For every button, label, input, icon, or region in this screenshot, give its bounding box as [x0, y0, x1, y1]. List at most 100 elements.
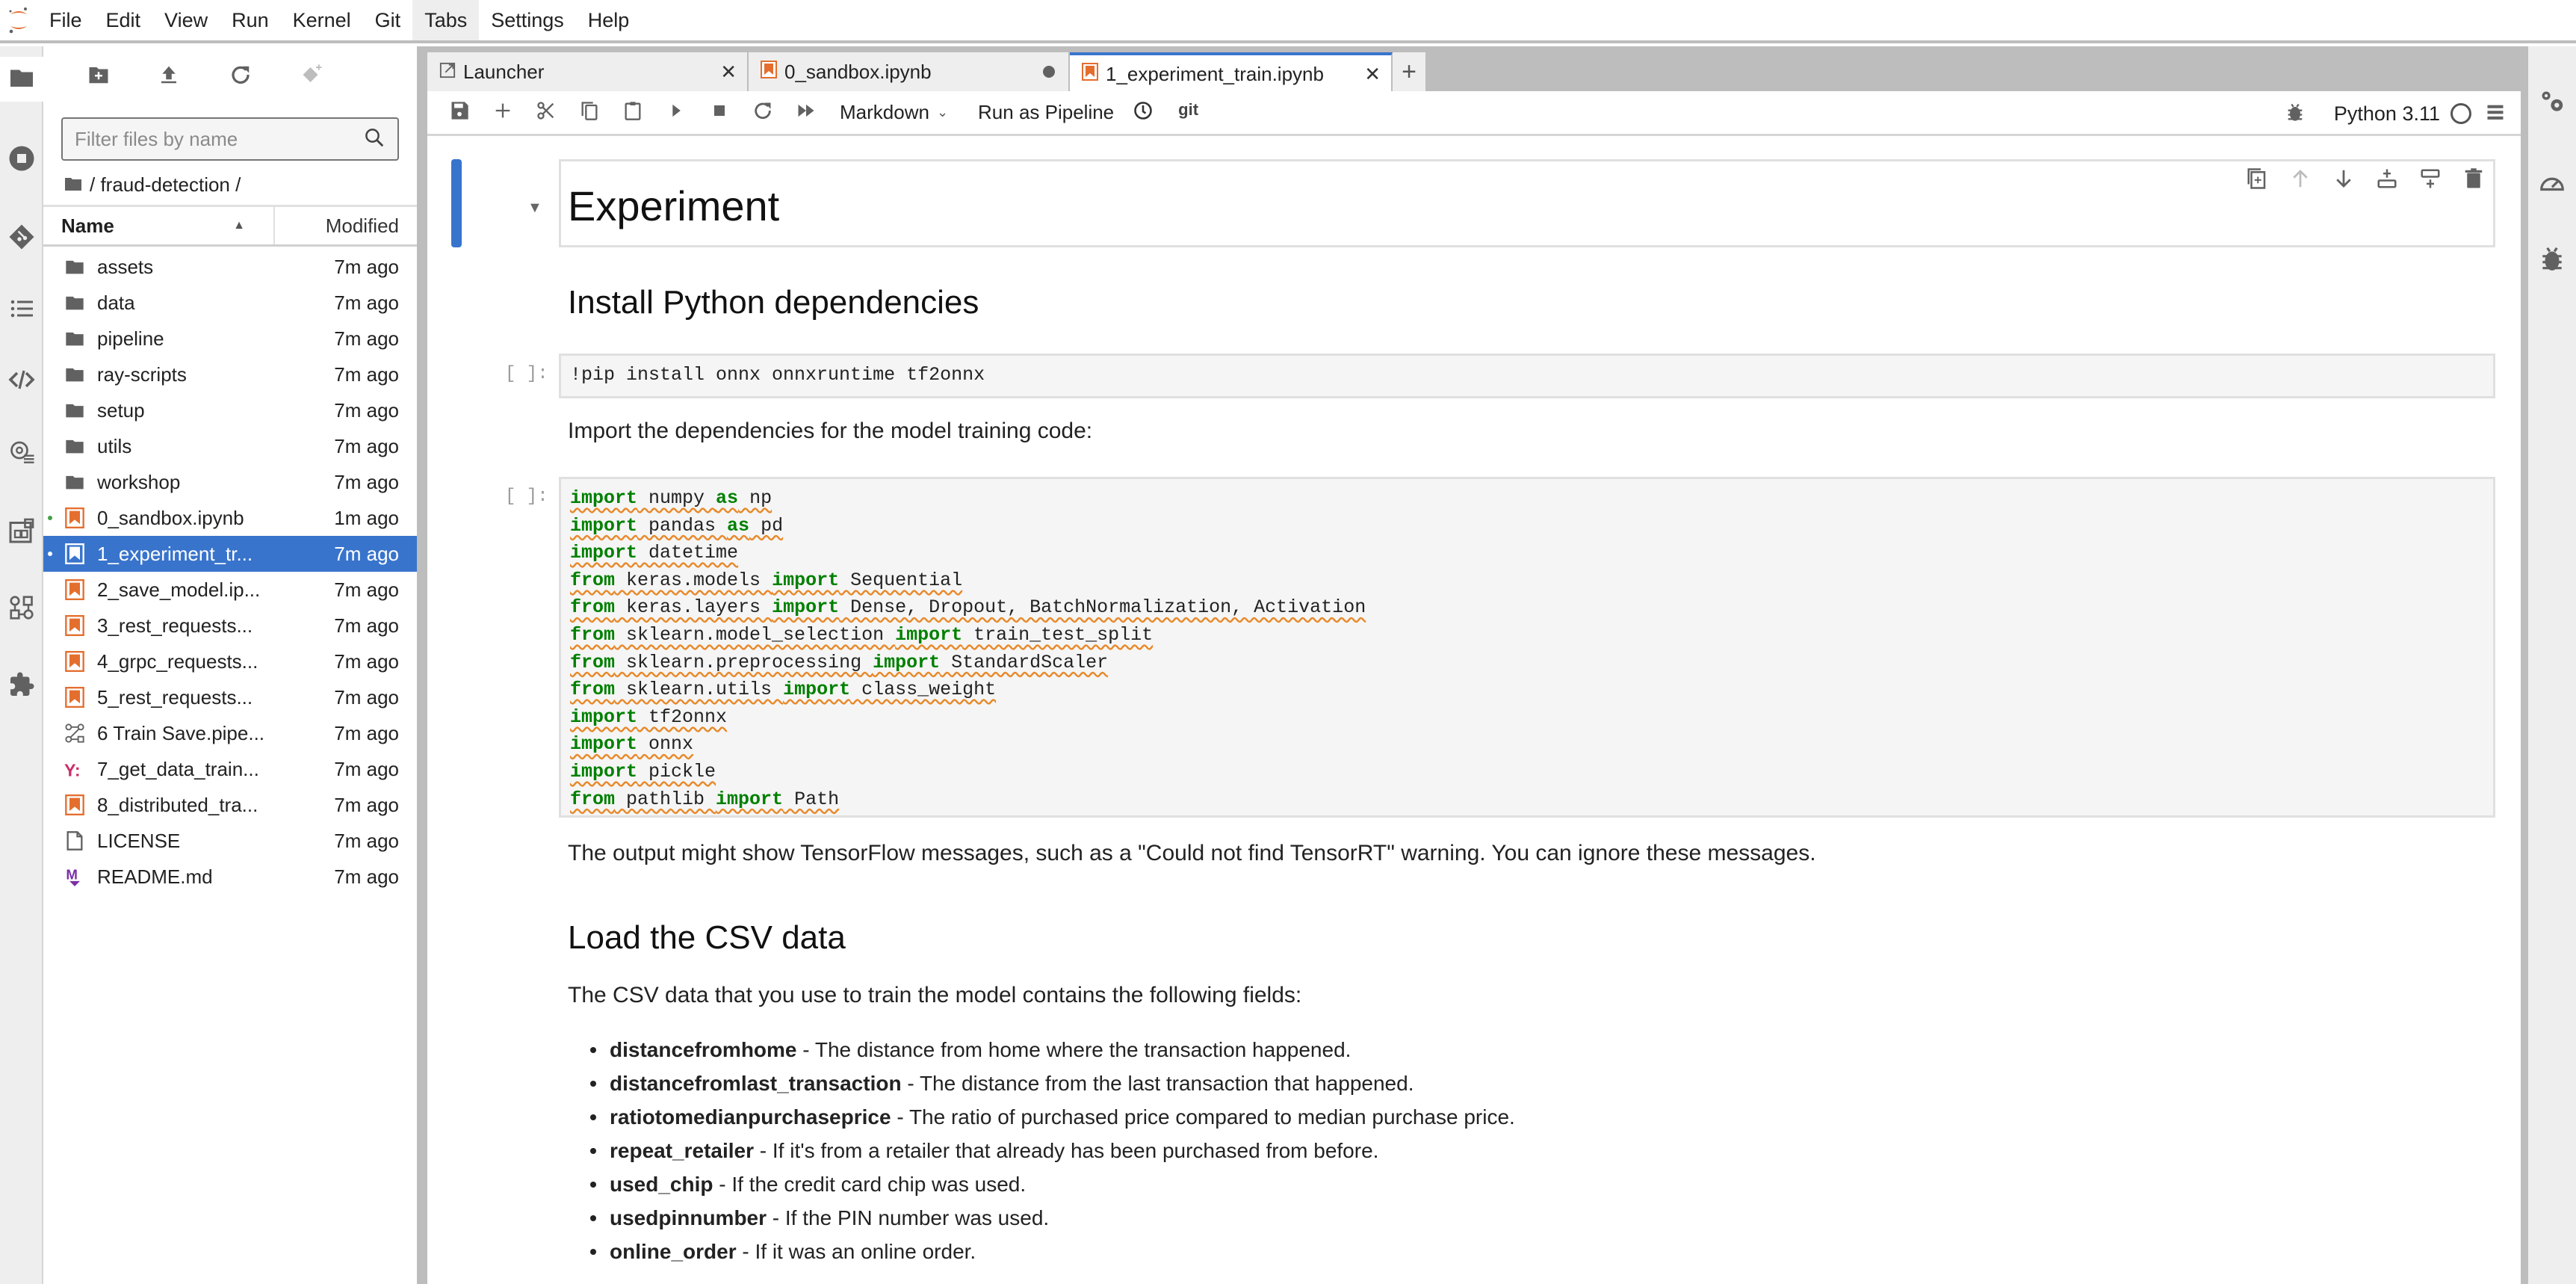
copy-button[interactable] — [568, 94, 611, 132]
menu-view[interactable]: View — [152, 0, 220, 40]
field-name: online_order — [610, 1240, 737, 1263]
menu-help[interactable]: Help — [576, 0, 642, 40]
pipeline-components-tab[interactable] — [0, 587, 43, 632]
right-splitter — [2521, 46, 2528, 1284]
breadcrumb-path[interactable]: / fraud-detection / — [90, 173, 241, 197]
tab-launcher[interactable]: Launcher ✕ — [427, 52, 749, 91]
notebook-icon — [64, 543, 85, 564]
field-name: ratiotomedianpurchaseprice — [610, 1105, 891, 1129]
menu-run[interactable]: Run — [220, 0, 281, 40]
resource-usage-tab[interactable] — [2528, 161, 2576, 206]
code-cell-pip[interactable]: !pip install onnx onnxruntime tf2onnx — [559, 354, 2495, 398]
unsaved-indicator-icon[interactable] — [1043, 66, 1055, 78]
file-row-3-rest-requests[interactable]: 3_rest_requests... 7m ago — [43, 608, 417, 643]
filter-files-input[interactable] — [75, 127, 363, 151]
import-description: Import the dependencies for the model tr… — [568, 419, 1093, 443]
extension-manager-tab[interactable] — [0, 664, 43, 709]
file-row-utils[interactable]: utils 7m ago — [43, 428, 417, 464]
menu-file[interactable]: File — [37, 0, 94, 40]
save-button[interactable] — [438, 94, 481, 132]
duplicate-cell-button[interactable] — [2235, 162, 2279, 198]
file-row-assets[interactable]: assets 7m ago — [43, 249, 417, 285]
file-row-1-experiment-tr[interactable]: 1_experiment_tr... 7m ago — [43, 536, 417, 572]
palette-tab[interactable] — [0, 510, 43, 555]
git-clone-button[interactable] — [297, 61, 327, 91]
insert-cell-above-button[interactable] — [2365, 162, 2409, 198]
file-row-workshop[interactable]: workshop 7m ago — [43, 464, 417, 500]
file-list: assets 7m ago data 7m ago pipeline 7m ago ray-… — [43, 249, 417, 895]
home-folder-icon[interactable] — [64, 173, 90, 197]
file-row-data[interactable]: data 7m ago — [43, 285, 417, 321]
new-folder-button[interactable] — [84, 61, 114, 91]
file-row-license[interactable]: LICENSE 7m ago — [43, 823, 417, 859]
refresh-button[interactable] — [226, 61, 256, 91]
run-as-pipeline-button[interactable]: Run as Pipeline — [978, 101, 1114, 124]
code-cell-imports[interactable]: import numpy as np import pandas as pd imp… — [559, 477, 2495, 818]
git-button[interactable]: git — [1178, 100, 1198, 120]
code-line: import numpy as np — [570, 487, 773, 509]
debugger-tab[interactable] — [2528, 238, 2576, 283]
paste-button[interactable] — [611, 94, 654, 132]
cut-button[interactable] — [524, 94, 568, 132]
file-modified: 7m ago — [334, 685, 399, 709]
file-modified: 7m ago — [334, 291, 399, 314]
file-row-4-grpc-requests[interactable]: 4_grpc_requests... 7m ago — [43, 643, 417, 679]
file-browser-tab[interactable] — [0, 57, 43, 102]
menu-edit[interactable]: Edit — [94, 0, 153, 40]
property-inspector-tab[interactable] — [0, 430, 43, 475]
collapse-heading-icon[interactable]: ▼ — [527, 200, 542, 217]
menu-icon[interactable] — [2485, 102, 2506, 126]
menu-kernel[interactable]: Kernel — [281, 0, 363, 40]
cell-type-dropdown[interactable]: Markdown ⌄ — [840, 101, 948, 124]
run-cell-button[interactable] — [654, 94, 698, 132]
new-tab-button[interactable]: + — [1393, 52, 1425, 91]
file-row-2-save-model-ip[interactable]: 2_save_model.ip... 7m ago — [43, 572, 417, 608]
modified-column-header[interactable]: Modified — [275, 214, 417, 238]
tab-sandbox[interactable]: 0_sandbox.ipynb — [749, 52, 1070, 91]
field-description: - If it's from a retailer that already h… — [754, 1139, 1379, 1162]
field-name: distancefromlast_transaction — [610, 1072, 902, 1095]
running-sessions-tab[interactable] — [0, 138, 43, 182]
move-cell-up-button[interactable] — [2279, 162, 2322, 198]
panel-splitter[interactable] — [417, 46, 427, 1284]
active-cell-indicator[interactable] — [451, 159, 462, 247]
file-row-5-rest-requests[interactable]: 5_rest_requests... 7m ago — [43, 679, 417, 715]
close-tab-icon[interactable]: ✕ — [1364, 63, 1381, 86]
debugger-icon[interactable] — [2285, 102, 2306, 126]
kernel-name[interactable]: Python 3.11 — [2334, 102, 2440, 126]
file-row-setup[interactable]: setup 7m ago — [43, 392, 417, 428]
file-row-readme-md[interactable]: M README.md 7m ago — [43, 859, 417, 895]
file-browser: / fraud-detection / Name ▲ Modified asse… — [43, 46, 417, 1284]
file-row-pipeline[interactable]: pipeline 7m ago — [43, 321, 417, 357]
clock-button[interactable] — [1121, 94, 1165, 132]
git-tab[interactable] — [0, 216, 43, 261]
property-inspector-tab[interactable] — [2528, 81, 2576, 126]
restart-run-all-button[interactable] — [784, 94, 828, 132]
close-tab-icon[interactable]: ✕ — [720, 61, 737, 84]
tab-experiment-train[interactable]: 1_experiment_train.ipynb ✕ — [1070, 52, 1393, 93]
notebook-icon — [64, 651, 85, 672]
code-line: from keras.models import Sequential — [570, 569, 963, 591]
table-of-contents-tab[interactable] — [0, 288, 43, 333]
file-row-6-train-save-pipe[interactable]: 6 Train Save.pipe... 7m ago — [43, 715, 417, 751]
name-column-header[interactable]: Name ▲ — [43, 207, 275, 244]
upload-button[interactable] — [154, 61, 184, 91]
markdown-cell-active[interactable] — [559, 159, 2495, 247]
move-cell-down-button[interactable] — [2322, 162, 2365, 198]
insert-cell-button[interactable] — [481, 94, 524, 132]
code-snippets-tab[interactable] — [0, 359, 43, 404]
delete-cell-button[interactable] — [2452, 162, 2495, 198]
menu-git[interactable]: Git — [363, 0, 413, 40]
jupyter-logo-icon[interactable] — [0, 0, 37, 42]
file-row-8-distributed-tra[interactable]: 8_distributed_tra... 7m ago — [43, 787, 417, 823]
menu-tabs[interactable]: Tabs — [412, 0, 480, 40]
file-row-0-sandbox-ipynb[interactable]: 0_sandbox.ipynb 1m ago — [43, 500, 417, 536]
interrupt-kernel-button[interactable] — [698, 94, 741, 132]
file-modified: 7m ago — [334, 793, 399, 816]
file-row-7-get-data-train[interactable]: Y: 7_get_data_train... 7m ago — [43, 751, 417, 787]
menu-settings[interactable]: Settings — [479, 0, 576, 40]
file-row-ray-scripts[interactable]: ray-scripts 7m ago — [43, 357, 417, 392]
kernel-idle-status-icon — [2450, 103, 2471, 124]
insert-cell-below-button[interactable] — [2409, 162, 2452, 198]
restart-kernel-button[interactable] — [741, 94, 784, 132]
